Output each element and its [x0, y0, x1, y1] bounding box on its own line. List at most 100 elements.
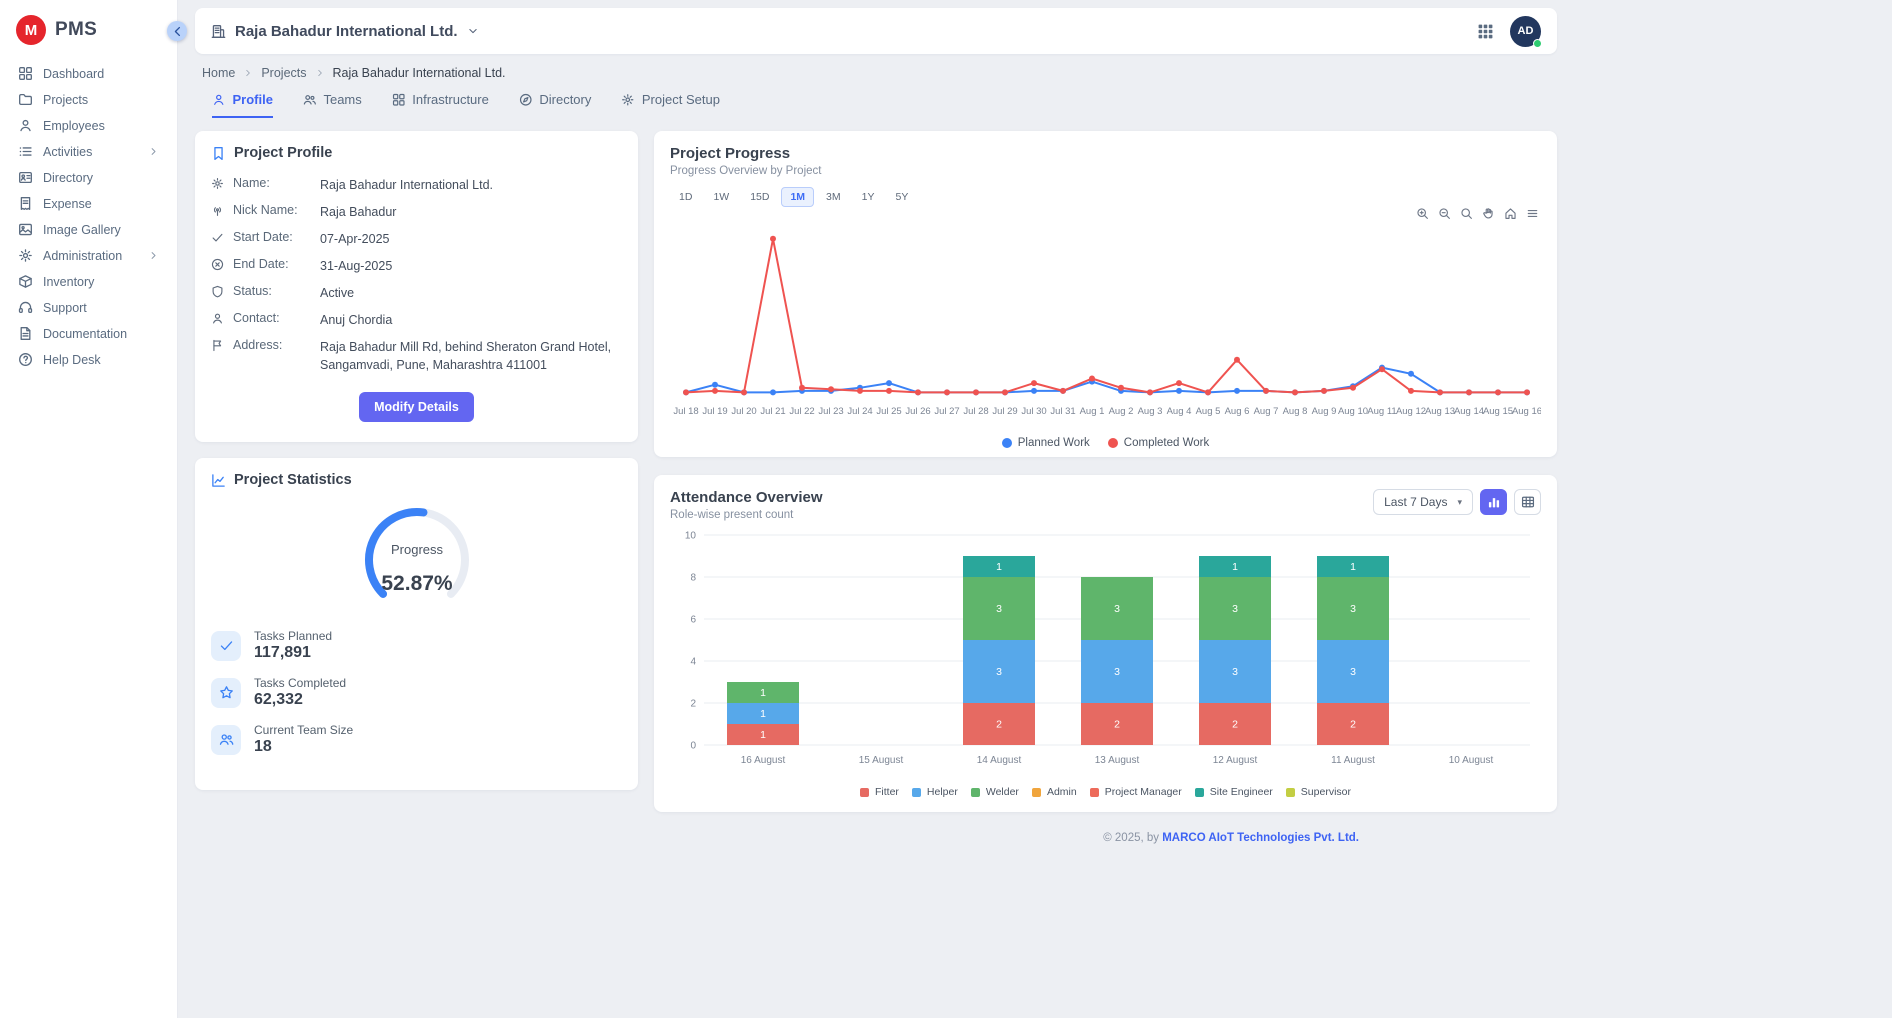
range-1m[interactable]: 1M — [781, 187, 814, 207]
sidebar-item-employees[interactable]: Employees — [10, 113, 167, 138]
svg-text:3: 3 — [1350, 603, 1356, 615]
sidebar-item-label: Activities — [43, 145, 138, 159]
sidebar-item-label: Administration — [43, 249, 138, 263]
profile-field-nick-name: Nick Name:Raja Bahadur — [211, 198, 622, 225]
help-desk-icon — [18, 352, 33, 367]
zoom-out-icon[interactable] — [1438, 207, 1451, 220]
svg-text:0: 0 — [690, 741, 696, 752]
breadcrumb-item[interactable]: Home — [202, 66, 235, 80]
svg-text:Aug 10: Aug 10 — [1338, 406, 1368, 417]
sidebar-item-label: Dashboard — [43, 67, 159, 81]
legend-label: Completed Work — [1124, 437, 1209, 449]
svg-text:Jul 21: Jul 21 — [760, 406, 785, 417]
svg-text:Aug 8: Aug 8 — [1283, 406, 1308, 417]
card-title: Project Profile — [234, 145, 332, 161]
legend-item-completed-work[interactable]: Completed Work — [1108, 437, 1209, 449]
company-selector[interactable]: Raja Bahadur International Ltd. — [211, 23, 479, 40]
tab-profile[interactable]: Profile — [212, 92, 273, 118]
content: Raja Bahadur International Ltd. AD Home P… — [195, 8, 1557, 844]
legend-item-admin[interactable]: Admin — [1032, 786, 1077, 798]
sidebar-collapse-button[interactable] — [167, 21, 187, 41]
field-value: 31-Aug-2025 — [320, 257, 622, 275]
project-progress-line-chart[interactable]: Jul 18Jul 19Jul 20Jul 21Jul 22Jul 23Jul … — [670, 209, 1541, 434]
date-range-select[interactable]: Last 7 Days ▾ — [1373, 489, 1473, 515]
sidebar-item-directory[interactable]: Directory — [10, 165, 167, 190]
legend-item-planned-work[interactable]: Planned Work — [1002, 437, 1090, 449]
projects-icon — [18, 92, 33, 107]
bar-chart-mount[interactable]: 024681016 August11115 August14 August233… — [670, 525, 1541, 786]
field-label: Start Date: — [233, 230, 311, 244]
sidebar-item-dashboard[interactable]: Dashboard — [10, 61, 167, 86]
range-selector: 1D1W15D1M3M1Y5Y — [670, 187, 1541, 207]
svg-text:Jul 25: Jul 25 — [876, 406, 901, 417]
legend-label: Fitter — [875, 786, 899, 798]
users-icon — [211, 725, 241, 755]
legend-item-site-engineer[interactable]: Site Engineer — [1195, 786, 1273, 798]
avatar[interactable]: AD — [1510, 16, 1541, 47]
svg-text:3: 3 — [1114, 666, 1120, 678]
online-status-dot — [1533, 39, 1542, 48]
bar-chart-view-toggle[interactable] — [1480, 489, 1507, 515]
footer-company-link[interactable]: MARCO AIoT Technologies Pvt. Ltd. — [1162, 832, 1359, 844]
legend-item-helper[interactable]: Helper — [912, 786, 958, 798]
sidebar-nav: Dashboard ProjectsEmployees Activities Dire… — [0, 61, 177, 372]
tab-infrastructure[interactable]: Infrastructure — [392, 92, 489, 118]
range-1w[interactable]: 1W — [704, 187, 738, 207]
tab-project-setup[interactable]: Project Setup — [621, 92, 720, 118]
sidebar-item-image-gallery[interactable]: Image Gallery — [10, 217, 167, 242]
attendance-bar-chart[interactable]: 024681016 August11115 August14 August233… — [670, 525, 1541, 783]
legend-item-project-manager[interactable]: Project Manager — [1090, 786, 1182, 798]
apps-grid-icon[interactable] — [1477, 23, 1494, 40]
line-legend: Planned Work Completed Work — [670, 437, 1541, 449]
line-chart-mount[interactable]: Jul 18Jul 19Jul 20Jul 21Jul 22Jul 23Jul … — [670, 209, 1541, 437]
modify-details-button[interactable]: Modify Details — [359, 392, 474, 422]
svg-text:3: 3 — [1114, 603, 1120, 615]
range-15d[interactable]: 15D — [741, 187, 778, 207]
magnifier-icon[interactable] — [1460, 207, 1473, 220]
legend-item-welder[interactable]: Welder — [971, 786, 1019, 798]
administration-icon — [18, 248, 33, 263]
svg-text:Aug 1: Aug 1 — [1080, 406, 1105, 417]
svg-text:Jul 22: Jul 22 — [789, 406, 814, 417]
range-3m[interactable]: 3M — [817, 187, 850, 207]
range-1y[interactable]: 1Y — [853, 187, 884, 207]
compass-icon — [519, 93, 533, 107]
menu-icon[interactable] — [1526, 207, 1539, 220]
legend-item-supervisor[interactable]: Supervisor — [1286, 786, 1351, 798]
zoom-in-icon[interactable] — [1416, 207, 1429, 220]
profile-field-status: Status:Active — [211, 280, 622, 307]
legend-item-fitter[interactable]: Fitter — [860, 786, 899, 798]
tab-teams[interactable]: Teams — [303, 92, 362, 118]
app-logo[interactable]: M PMS — [0, 0, 177, 61]
pan-icon[interactable] — [1482, 207, 1495, 220]
svg-text:2: 2 — [1114, 719, 1120, 731]
breadcrumb-item[interactable]: Projects — [261, 66, 306, 80]
sidebar-item-help-desk[interactable]: Help Desk — [10, 347, 167, 372]
home-icon[interactable] — [1504, 207, 1517, 220]
stat-label: Tasks Planned — [254, 629, 332, 643]
sidebar-item-projects[interactable]: Projects — [10, 87, 167, 112]
project-statistics-card: Project Statistics Progress 52.87% Tasks… — [195, 458, 638, 790]
svg-text:4: 4 — [690, 657, 696, 668]
app-root: M PMS DashboardProjectsEmployeesActiviti… — [0, 0, 1892, 1018]
sidebar-item-expense[interactable]: Expense — [10, 191, 167, 216]
legend-swatch — [1032, 788, 1041, 797]
sidebar-item-activities[interactable]: Activities — [10, 139, 167, 164]
tab-directory[interactable]: Directory — [519, 92, 592, 118]
range-1d[interactable]: 1D — [670, 187, 701, 207]
card-subtitle: Role-wise present count — [670, 509, 823, 521]
svg-text:2: 2 — [996, 719, 1002, 731]
table-view-toggle[interactable] — [1514, 489, 1541, 515]
sidebar-item-documentation[interactable]: Documentation — [10, 321, 167, 346]
range-5y[interactable]: 5Y — [886, 187, 917, 207]
chevron-right-icon — [315, 68, 325, 78]
sidebar-item-administration[interactable]: Administration — [10, 243, 167, 268]
profile-field-name: Name:Raja Bahadur International Ltd. — [211, 171, 622, 198]
sidebar-item-support[interactable]: Support — [10, 295, 167, 320]
logo-icon: M — [16, 15, 46, 45]
sidebar-item-inventory[interactable]: Inventory — [10, 269, 167, 294]
svg-text:Aug 9: Aug 9 — [1312, 406, 1337, 417]
field-value: Raja Bahadur International Ltd. — [320, 176, 622, 194]
sidebar-item-label: Image Gallery — [43, 223, 159, 237]
field-label: End Date: — [233, 257, 311, 271]
